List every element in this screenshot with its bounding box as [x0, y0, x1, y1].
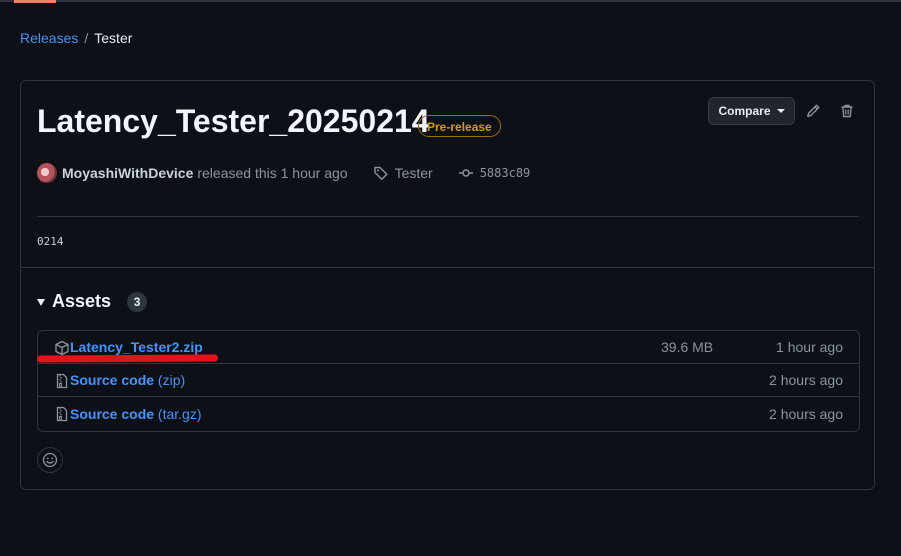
- asset-row: Source code (zip) 2 hours ago: [38, 364, 859, 397]
- triangle-down-icon: [37, 299, 45, 306]
- pencil-icon: [807, 104, 820, 117]
- breadcrumb-current: Tester: [94, 30, 133, 46]
- asset-format: (zip): [157, 372, 186, 388]
- asset-name: Source code: [70, 372, 155, 388]
- commit-link[interactable]: 5883c89: [458, 165, 531, 181]
- divider: [37, 216, 859, 217]
- asset-link[interactable]: Latency_Tester2.zip: [70, 339, 203, 355]
- assets-list: Latency_Tester2.zip 39.6 MB 1 hour ago S…: [37, 330, 860, 432]
- release-notes: 0214: [37, 235, 64, 248]
- git-commit-icon: [458, 169, 473, 177]
- active-tab-indicator: [14, 0, 56, 3]
- release-title: Latency_Tester_20250214: [37, 103, 430, 139]
- asset-time: 1 hour ago: [776, 339, 843, 355]
- chevron-down-icon: [776, 109, 785, 113]
- breadcrumb-separator: /: [84, 30, 89, 46]
- asset-size: 39.6 MB: [661, 339, 714, 355]
- asset-row: Source code (tar.gz) 2 hours ago: [38, 397, 859, 430]
- compare-label: Compare: [718, 104, 771, 118]
- header-border: [0, 0, 901, 2]
- file-zip-icon: [56, 373, 68, 389]
- breadcrumb-releases-link[interactable]: Releases: [20, 30, 78, 46]
- release-meta: MoyashiWithDevice released this 1 hour a…: [37, 163, 530, 183]
- asset-time: 2 hours ago: [769, 372, 843, 388]
- breadcrumb: Releases / Tester: [20, 30, 132, 46]
- author-link[interactable]: MoyashiWithDevice: [62, 165, 193, 181]
- annotation-underline: [36, 354, 219, 363]
- section-divider: [21, 267, 874, 268]
- tag-icon: [373, 166, 388, 180]
- prerelease-badge: Pre-release: [418, 115, 501, 137]
- asset-name: Source code: [70, 405, 155, 422]
- asset-name: Latency_Tester2.zip: [70, 339, 203, 355]
- source-zip-link[interactable]: Source code (zip): [70, 372, 185, 388]
- assets-heading: Assets: [52, 291, 112, 311]
- add-reaction-button[interactable]: [37, 447, 63, 473]
- source-targz-link[interactable]: Source code (tar.gz): [70, 406, 202, 422]
- asset-time: 2 hours ago: [769, 405, 843, 422]
- asset-format: (tar.gz): [157, 405, 202, 422]
- package-icon: [55, 340, 69, 356]
- trash-icon: [841, 104, 853, 118]
- smiley-icon: [42, 452, 58, 468]
- tag-label: Tester: [394, 165, 433, 181]
- release-card: Latency_Tester_20250214 Pre-release Comp…: [20, 80, 875, 490]
- delete-button[interactable]: [837, 101, 857, 121]
- assets-toggle[interactable]: Assets 3: [37, 291, 148, 312]
- commit-sha: 5883c89: [479, 166, 531, 180]
- released-text: released this 1 hour ago: [197, 165, 348, 181]
- assets-count-badge: 3: [127, 291, 148, 312]
- avatar[interactable]: [37, 163, 57, 183]
- edit-button[interactable]: [803, 101, 823, 121]
- compare-button[interactable]: Compare: [708, 97, 795, 125]
- tag-link[interactable]: Tester: [373, 165, 433, 181]
- file-zip-icon: [56, 406, 68, 422]
